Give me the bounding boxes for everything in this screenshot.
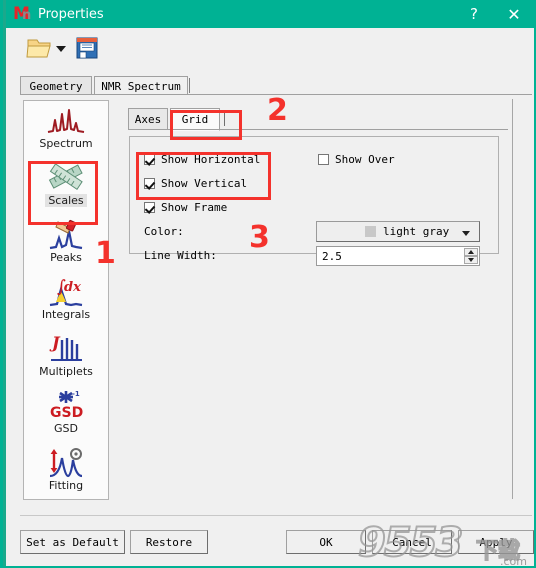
- checkbox-show-over[interactable]: Show Over: [318, 153, 395, 166]
- chevron-down-icon[interactable]: [462, 231, 470, 236]
- apply-button[interactable]: Apply: [458, 530, 534, 554]
- spin-up-icon[interactable]: [464, 248, 478, 256]
- annotation-number-1: 1: [95, 236, 116, 271]
- spin-down-icon[interactable]: [464, 256, 478, 264]
- checkbox-label-show-frame: Show Frame: [161, 201, 228, 214]
- checkbox-box-show-over[interactable]: [318, 154, 329, 165]
- restore-button[interactable]: Restore: [130, 530, 208, 554]
- tab-axes[interactable]: Axes: [128, 108, 168, 130]
- window-title: Properties: [38, 6, 104, 22]
- pane-separator: [512, 99, 513, 499]
- help-button[interactable]: ?: [457, 0, 491, 28]
- chevron-down-icon[interactable]: [56, 46, 66, 52]
- cancel-button[interactable]: Cancel: [372, 530, 452, 554]
- properties-sidebar: Spectrum Scales Peaks ∫ dx Integrals J M…: [23, 100, 109, 500]
- tab-geometry[interactable]: Geometry: [20, 76, 92, 95]
- toolbar: [6, 28, 534, 68]
- title-bar: Mn Properties ? ✕: [6, 0, 534, 28]
- properties-dialog: Mn Properties ? ✕ Geometry NMR Spectrum …: [0, 0, 536, 568]
- annotation-box-scales: [28, 161, 98, 225]
- annotation-box-grid-tab: [170, 110, 242, 140]
- sidebar-label-fitting: Fitting: [48, 479, 84, 492]
- tab-caret: [189, 78, 190, 93]
- color-value: light gray: [383, 225, 450, 238]
- sidebar-item-integrals[interactable]: ∫ dx Integrals: [24, 272, 108, 329]
- color-dropdown[interactable]: light gray: [316, 221, 480, 242]
- sidebar-item-gsd[interactable]: -1 GSD GSD: [24, 386, 108, 443]
- ok-button[interactable]: OK: [286, 530, 366, 554]
- svg-text:dx: dx: [64, 280, 81, 295]
- svg-text:J: J: [49, 333, 61, 352]
- dialog-button-bar: Set as Default Restore OK Cancel Apply: [6, 524, 534, 566]
- svg-text:-1: -1: [72, 390, 80, 398]
- sidebar-label-multiplets: Multiplets: [39, 365, 93, 378]
- checkbox-show-frame[interactable]: Show Frame: [144, 201, 227, 214]
- tab-nmr-spectrum[interactable]: NMR Spectrum: [94, 76, 188, 96]
- open-folder-icon[interactable]: [26, 35, 54, 61]
- line-width-value[interactable]: 2.5: [322, 250, 342, 263]
- j-multiplets-icon: J: [49, 333, 82, 361]
- sidebar-label-spectrum: Spectrum: [39, 137, 93, 150]
- dialog-body: Spectrum Scales Peaks ∫ dx Integrals J M…: [20, 95, 532, 515]
- color-label: Color:: [144, 225, 184, 238]
- floppy-disk-save-icon[interactable]: [74, 35, 100, 61]
- fitting-gear-icon: [49, 448, 83, 478]
- set-as-default-button[interactable]: Set as Default: [20, 530, 125, 554]
- sidebar-item-multiplets[interactable]: J Multiplets: [24, 329, 108, 386]
- sidebar-label-peaks: Peaks: [50, 251, 82, 264]
- annotation-box-checkboxes: [136, 152, 271, 200]
- annotation-number-3: 3: [249, 220, 270, 255]
- close-button[interactable]: ✕: [497, 0, 531, 28]
- sidebar-label-gsd: GSD: [54, 422, 78, 435]
- integral-dx-icon: ∫ dx: [49, 277, 83, 307]
- checkbox-box-show-frame[interactable]: [144, 202, 155, 213]
- color-swatch: [365, 226, 376, 237]
- body-bottom-divider: [20, 515, 532, 516]
- svg-text:GSD: GSD: [50, 405, 83, 421]
- sidebar-item-spectrum[interactable]: Spectrum: [24, 101, 108, 158]
- checkbox-label-show-over: Show Over: [335, 153, 395, 166]
- window-left-edge: [3, 0, 6, 566]
- gsd-star-icon: -1 GSD: [50, 390, 83, 421]
- line-width-stepper[interactable]: 2.5: [316, 246, 480, 266]
- mnova-logo-icon: Mn: [13, 4, 32, 24]
- spectrum-peaks-icon: [47, 109, 85, 133]
- line-width-label: Line Width:: [144, 249, 217, 262]
- sidebar-label-integrals: Integrals: [41, 308, 91, 321]
- sidebar-item-fitting[interactable]: Fitting: [24, 443, 108, 499]
- annotation-number-2: 2: [267, 93, 288, 128]
